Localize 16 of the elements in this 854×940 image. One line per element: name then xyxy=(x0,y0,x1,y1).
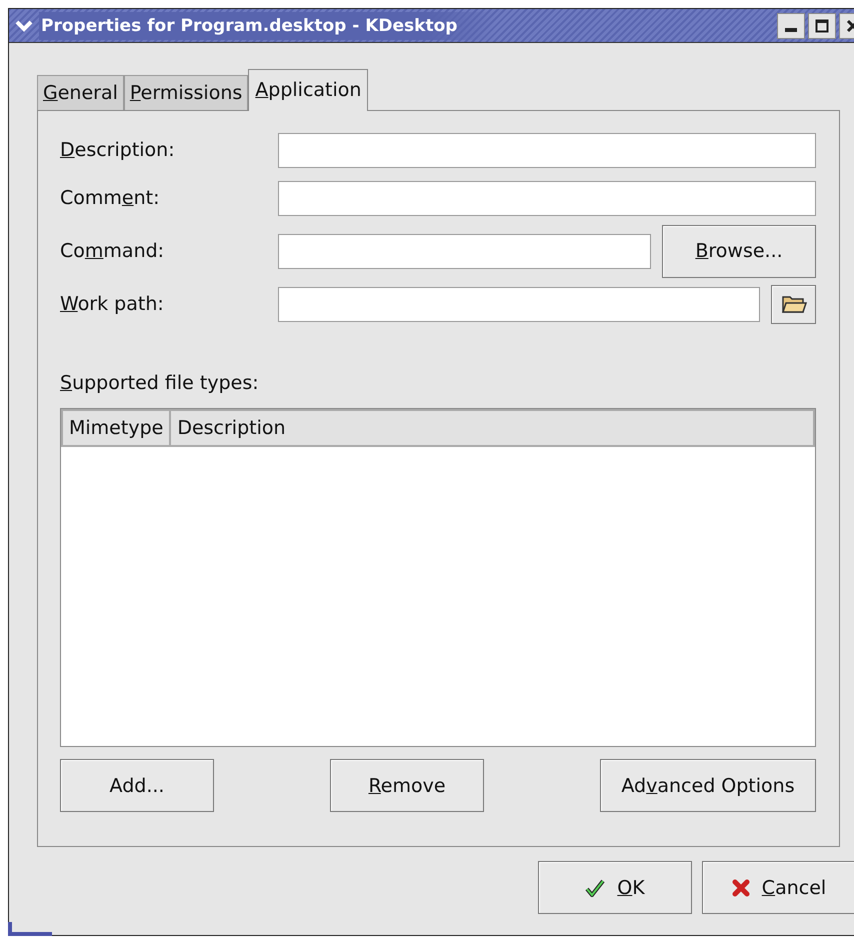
browse-button[interactable]: Browse... xyxy=(662,224,816,278)
list-button[interactable]: Add... xyxy=(60,759,214,812)
field-label: Work path: xyxy=(60,293,165,315)
section-label: Supported file types: xyxy=(60,372,260,396)
column-header[interactable]: Description xyxy=(171,411,813,445)
tab[interactable]: General xyxy=(37,75,124,110)
list-button[interactable]: Advanced Options xyxy=(600,759,816,812)
field-label: Description: xyxy=(60,139,176,161)
column-header[interactable]: Mimetype xyxy=(63,411,172,445)
tab[interactable]: Application xyxy=(248,69,368,111)
tab[interactable]: Permissions xyxy=(124,75,248,110)
field-label: Comment: xyxy=(60,187,161,209)
list-button[interactable]: Remove xyxy=(330,759,484,812)
ok-button[interactable]: OK xyxy=(538,861,692,914)
cancel-button[interactable]: Cancel xyxy=(702,861,854,914)
field-label: Command: xyxy=(60,240,166,262)
